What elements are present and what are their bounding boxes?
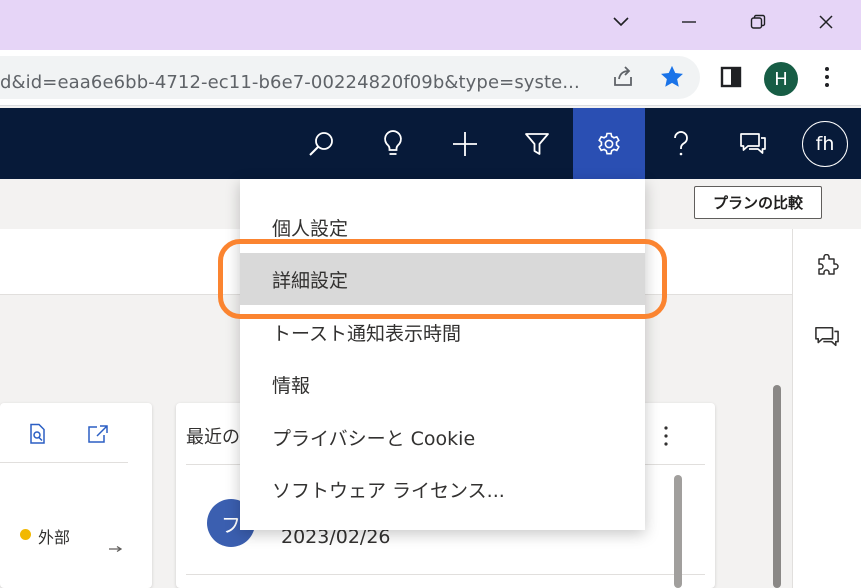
restore-icon bbox=[750, 14, 766, 29]
menu-item-software-licenses[interactable]: ソフトウェア ライセンス... bbox=[240, 463, 645, 515]
extension-button[interactable] bbox=[815, 253, 839, 282]
url-text: d&id=eaa6e6bb-4712-ec11-b6e7-00224820f09… bbox=[0, 72, 580, 93]
report-button[interactable] bbox=[28, 423, 48, 449]
close-icon bbox=[819, 15, 833, 29]
legend-dot bbox=[20, 529, 31, 540]
share-button[interactable] bbox=[610, 64, 636, 94]
restore-button[interactable] bbox=[729, 0, 787, 44]
arrow-right-icon bbox=[109, 545, 123, 553]
menu-item-label: 個人設定 bbox=[272, 217, 349, 240]
plus-icon bbox=[453, 131, 477, 156]
card-divider bbox=[0, 462, 128, 463]
star-icon bbox=[661, 65, 683, 87]
more-vertical-icon bbox=[825, 67, 829, 87]
puzzle-icon bbox=[818, 253, 839, 275]
menu-item-about[interactable]: 情報 bbox=[240, 358, 645, 410]
document-search-icon bbox=[30, 423, 45, 444]
lightbulb-icon bbox=[384, 129, 402, 155]
browser-toolbar: d&id=eaa6e6bb-4712-ec11-b6e7-00224820f09… bbox=[0, 50, 861, 106]
filter-button[interactable] bbox=[501, 108, 573, 179]
address-bar[interactable]: d&id=eaa6e6bb-4712-ec11-b6e7-00224820f09… bbox=[0, 56, 700, 99]
recent-more-button[interactable] bbox=[662, 425, 670, 451]
menu-item-privacy-cookies[interactable]: プライバシーと Cookie bbox=[240, 411, 645, 463]
open-new-window-button[interactable] bbox=[87, 424, 109, 448]
profile-avatar[interactable]: H bbox=[764, 62, 798, 96]
legend-label: 外部 bbox=[38, 528, 71, 547]
recent-item-divider bbox=[186, 574, 705, 575]
new-item-button[interactable] bbox=[429, 108, 501, 179]
tab-search-button[interactable] bbox=[592, 0, 650, 44]
side-panel-button[interactable] bbox=[720, 66, 742, 92]
settings-menu: 個人設定 詳細設定 トースト通知表示時間 情報 プライバシーと Cookie ソ… bbox=[240, 179, 645, 530]
legend-arrow[interactable] bbox=[108, 538, 123, 557]
browser-menu-button[interactable] bbox=[817, 66, 837, 92]
menu-item-label: 情報 bbox=[272, 374, 311, 397]
gear-icon bbox=[598, 132, 620, 154]
side-pane bbox=[792, 229, 861, 588]
menu-item-label: プライバシーと Cookie bbox=[272, 427, 476, 450]
chat-icon bbox=[815, 326, 839, 347]
more-vertical-icon bbox=[664, 426, 668, 446]
filter-icon bbox=[525, 132, 549, 155]
menu-item-label: トースト通知表示時間 bbox=[272, 322, 462, 345]
question-icon bbox=[674, 130, 688, 155]
bookmark-star-button[interactable] bbox=[658, 63, 686, 95]
minimize-icon bbox=[682, 21, 696, 23]
help-button[interactable] bbox=[645, 108, 717, 179]
recent-card-title: 最近の bbox=[186, 427, 240, 448]
close-window-button[interactable] bbox=[797, 0, 855, 44]
recent-card-scrollbar[interactable] bbox=[674, 475, 682, 588]
compare-plans-button[interactable]: プランの比較 bbox=[694, 186, 822, 219]
dashboard-card-left: 外部 bbox=[0, 403, 152, 588]
tips-button[interactable] bbox=[357, 108, 429, 179]
chevron-down-icon bbox=[613, 17, 629, 27]
minimize-button[interactable] bbox=[660, 0, 718, 44]
search-icon bbox=[309, 131, 333, 156]
side-chat-button[interactable] bbox=[814, 325, 840, 353]
chat-icon bbox=[740, 132, 766, 154]
highlight-annotation bbox=[218, 239, 667, 319]
search-button[interactable] bbox=[285, 108, 357, 179]
user-avatar[interactable]: fh bbox=[802, 121, 848, 167]
open-external-icon bbox=[88, 425, 108, 443]
feedback-button[interactable] bbox=[717, 108, 789, 179]
side-panel-icon bbox=[720, 66, 742, 88]
settings-button[interactable] bbox=[573, 108, 645, 179]
main-scrollbar[interactable] bbox=[773, 385, 781, 588]
share-icon bbox=[614, 66, 632, 86]
menu-item-label: ソフトウェア ライセンス... bbox=[272, 479, 505, 502]
